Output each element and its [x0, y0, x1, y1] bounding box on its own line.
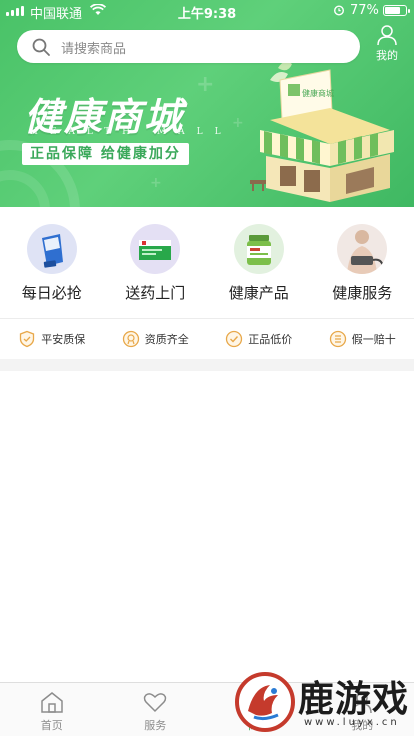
tab-home[interactable]: 首页: [0, 683, 104, 736]
category-daily-deals[interactable]: 每日必抢: [0, 224, 104, 314]
blood-pressure-icon: [337, 224, 388, 274]
profile-button[interactable]: 我的: [370, 24, 404, 66]
mall-page: + + + 健康商城 HEALTH MALL 正品保障 给健康加分 健康商城 中…: [0, 0, 414, 736]
site-watermark: 鹿游戏 www.luyx.cn: [232, 667, 414, 736]
plus-decoration-icon: +: [196, 72, 215, 97]
hero-banner[interactable]: + + + 健康商城 HEALTH MALL 正品保障 给健康加分 健康商城 中…: [0, 0, 414, 207]
watermark-logo-icon: [235, 672, 295, 732]
plus-decoration-icon: +: [150, 175, 162, 191]
guarantee-item: 假一赔十: [311, 320, 414, 358]
certificate-icon: [122, 330, 139, 348]
shield-icon: [20, 330, 35, 348]
category-label: 每日必抢: [21, 284, 82, 302]
guarantee-bar: 平安质保 资质齐全 正品低价 假一赔十: [0, 320, 414, 358]
battery-icon: [383, 5, 410, 16]
heart-icon: [144, 693, 167, 713]
store-sign-text: 健康商城: [302, 88, 334, 98]
guarantee-label: 正品低价: [248, 333, 293, 346]
toothpaste-icon: [26, 224, 77, 274]
alarm-icon: [333, 5, 345, 16]
guarantee-label: 平安质保: [41, 333, 86, 346]
category-label: 健康服务: [332, 284, 393, 302]
search-placeholder: 请搜索商品: [61, 42, 127, 57]
tab-label: 服务: [144, 719, 167, 732]
check-circle-icon: [226, 330, 243, 348]
profile-label: 我的: [376, 49, 398, 62]
category-label: 送药上门: [125, 284, 186, 302]
user-icon: [377, 25, 397, 46]
watermark-url: www.luyx.cn: [304, 717, 400, 728]
status-bar: 中国联通 上午9:38 77%: [0, 0, 414, 22]
banner-slogan: 正品保障 给健康加分: [22, 143, 189, 165]
home-icon: [41, 692, 63, 713]
category-grid: 每日必抢 送药上门 健康产品 健康服务: [0, 224, 414, 314]
supplement-bottle-icon: [233, 224, 284, 274]
category-label: 健康产品: [228, 284, 289, 302]
category-medicine-delivery[interactable]: 送药上门: [104, 224, 208, 314]
tab-service[interactable]: 服务: [104, 683, 208, 736]
battery-percent: 77%: [350, 3, 379, 18]
category-health-products[interactable]: 健康产品: [207, 224, 311, 314]
store-illustration: 健康商城: [250, 61, 394, 202]
section-gap: [0, 359, 414, 371]
search-icon: [32, 38, 50, 56]
refund-icon: [329, 330, 346, 348]
category-health-services[interactable]: 健康服务: [311, 224, 414, 314]
guarantee-label: 资质齐全: [144, 333, 189, 346]
guarantee-label: 假一赔十: [351, 333, 396, 346]
divider: [0, 318, 414, 319]
plus-decoration-icon: +: [232, 115, 244, 131]
guarantee-item: 正品低价: [207, 320, 311, 358]
tab-label: 首页: [40, 719, 63, 732]
search-input[interactable]: 请搜索商品: [17, 30, 360, 63]
medicine-box-icon: [130, 224, 181, 274]
watermark-name: 鹿游戏: [298, 679, 410, 720]
guarantee-item: 平安质保: [0, 320, 104, 358]
guarantee-item: 资质齐全: [104, 320, 208, 358]
banner-subtitle: HEALTH MALL: [30, 127, 233, 137]
